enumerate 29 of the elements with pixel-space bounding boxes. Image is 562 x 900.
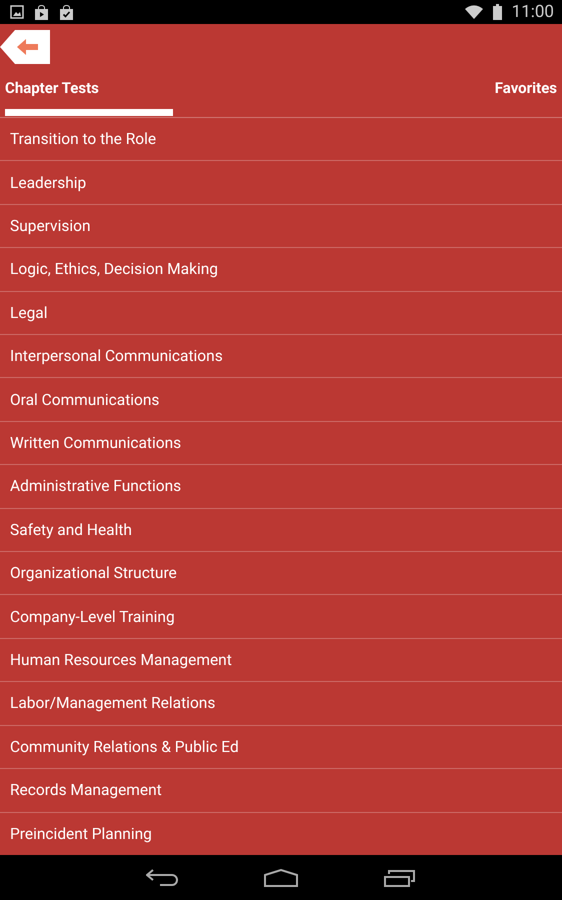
- tab[interactable]: Chapter Tests: [5, 75, 173, 116]
- chapter-item[interactable]: Labor/Management Relations: [10, 694, 216, 712]
- chapter-item[interactable]: Community Relations & Public Ed: [10, 738, 239, 756]
- chapter-item[interactable]: Administrative Functions: [10, 477, 182, 496]
- tab[interactable]: Favorites: [494, 75, 557, 116]
- chapter-item[interactable]: Preincident Planning: [10, 824, 152, 843]
- chapter-item[interactable]: Leadership: [10, 174, 86, 192]
- chapter-item[interactable]: Written Communications: [10, 434, 182, 452]
- chapter-item[interactable]: Oral Communications: [10, 390, 160, 409]
- chapter-item[interactable]: Transition to the Role: [10, 130, 156, 148]
- chapter-item[interactable]: Organizational Structure: [10, 564, 177, 582]
- chapter-item[interactable]: Legal: [10, 304, 48, 322]
- back-button[interactable]: [0, 30, 50, 64]
- check-bag-icon: [59, 4, 74, 20]
- chapter-item[interactable]: Logic, Ethics, Decision Making: [10, 260, 218, 278]
- chapter-item[interactable]: Company-Level Training: [10, 608, 175, 626]
- chapter-item[interactable]: Supervision: [10, 217, 91, 236]
- clock-time: 11:00: [512, 2, 554, 22]
- gallery-icon: [10, 5, 24, 19]
- home-button[interactable]: [264, 868, 298, 886]
- recent-apps-button[interactable]: [384, 868, 416, 886]
- chapter-item[interactable]: Records Management: [10, 781, 162, 800]
- back-nav-button[interactable]: [146, 868, 178, 886]
- wifi-icon: [464, 4, 483, 20]
- battery-icon: [492, 4, 502, 20]
- chapter-item[interactable]: Interpersonal Communications: [10, 347, 223, 366]
- chapter-item[interactable]: Human Resources Management: [10, 651, 232, 670]
- play-bag-icon: [34, 4, 49, 20]
- chapter-item[interactable]: Safety and Health: [10, 520, 132, 539]
